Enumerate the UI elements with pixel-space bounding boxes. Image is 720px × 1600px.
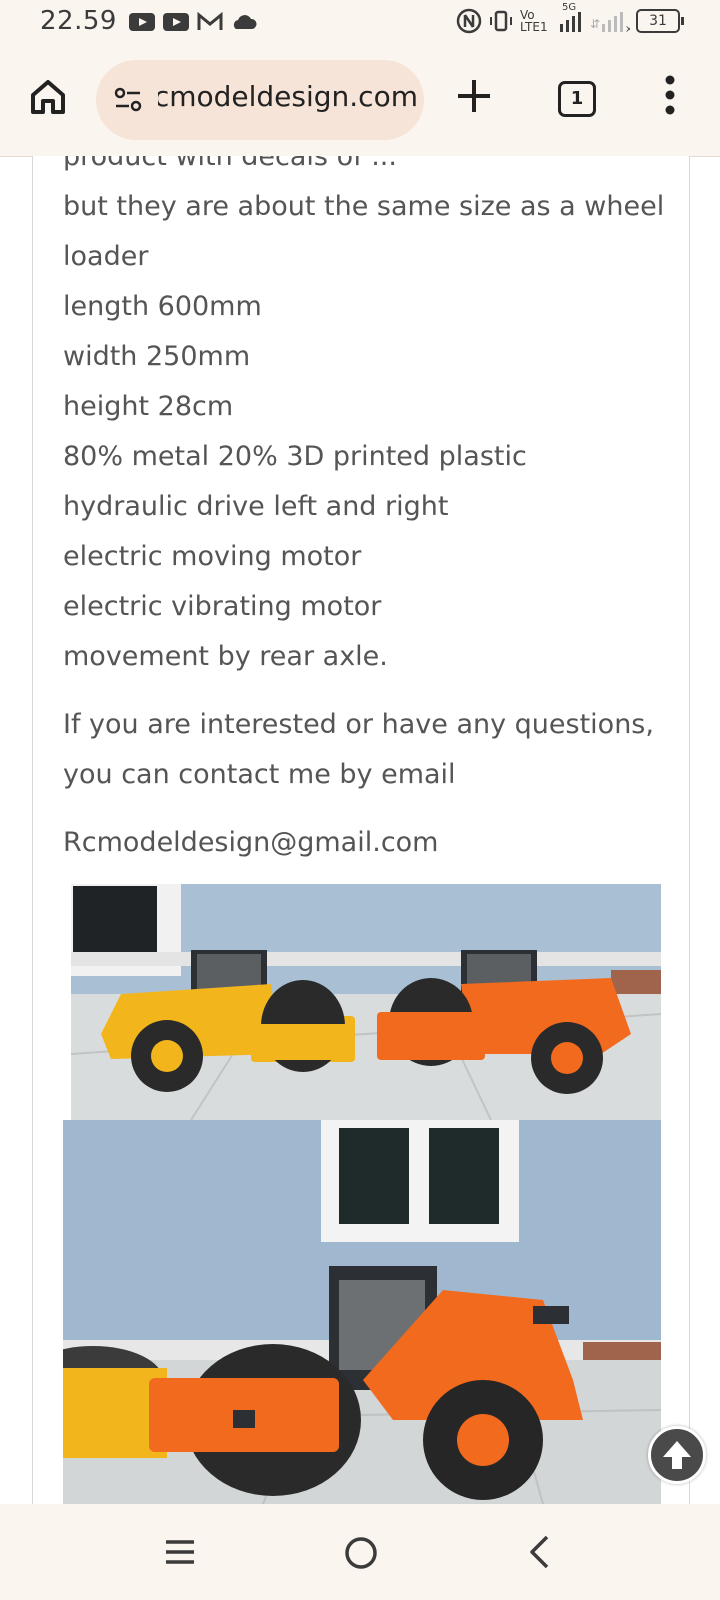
description-line: hydraulic drive left and right: [63, 491, 449, 522]
contact-email[interactable]: Rcmodeldesign@gmail.com: [63, 818, 663, 868]
page-content: product with decals of ... but they are …: [32, 156, 690, 1504]
contact-line: you can contact me by email: [63, 759, 456, 790]
cloud-icon: [233, 15, 257, 29]
youtube-icon: [163, 13, 189, 31]
url-text[interactable]: rcmodeldesign.com: [158, 80, 418, 113]
description-line: width 250mm: [63, 341, 251, 372]
address-bar[interactable]: rcmodeldesign.com: [96, 60, 424, 140]
description-line: loader: [63, 241, 149, 272]
more-vert-icon[interactable]: [664, 74, 676, 116]
plus-icon[interactable]: [454, 76, 494, 116]
status-bar: 22.59 Vo LTE1 5G ⇵ × 31: [0, 0, 720, 44]
recents-icon[interactable]: [164, 1538, 196, 1566]
svg-text:⇵: ⇵: [590, 17, 600, 31]
vibrate-icon: [490, 10, 512, 32]
description-line: height 28cm: [63, 391, 234, 422]
svg-text:×: ×: [625, 24, 630, 34]
arrow-up-icon[interactable]: [648, 1426, 706, 1484]
signal-weak-icon: ⇵ ×: [590, 12, 630, 34]
partial-text-line: product with decals of ...: [63, 156, 397, 172]
contact-paragraph: If you are interested or have any questi…: [63, 700, 663, 800]
description-line: movement by rear axle.: [63, 641, 388, 672]
email-paragraph: Rcmodeldesign@gmail.com: [63, 818, 663, 868]
product-photo: [71, 884, 661, 1120]
back-icon[interactable]: [528, 1534, 550, 1570]
site-settings-icon[interactable]: [112, 84, 144, 116]
5g-label: 5G: [562, 2, 577, 13]
tab-switcher-button[interactable]: 1: [558, 81, 596, 117]
status-indicators: Vo LTE1 5G ⇵ × 31: [456, 2, 684, 34]
home-icon[interactable]: [28, 77, 68, 117]
description-line: length 600mm: [63, 291, 262, 322]
notification-icons: [128, 12, 258, 32]
description-line: but they are about the same size as a wh…: [63, 191, 665, 222]
description-line: electric vibrating motor: [63, 591, 382, 622]
signal-1: 5G: [558, 2, 584, 34]
status-time: 22.59: [40, 6, 117, 36]
gmail-icon: [197, 12, 223, 30]
youtube-icon: [129, 13, 155, 31]
description-line: electric moving motor: [63, 541, 362, 572]
network-type: Vo LTE1: [520, 9, 552, 33]
nfc-icon: [456, 8, 482, 34]
product-photo: [63, 1120, 661, 1504]
lte-label: LTE1: [520, 20, 548, 34]
description-line: 80% metal 20% 3D printed plastic: [63, 441, 527, 472]
system-nav-bar: [0, 1504, 720, 1600]
product-description: product with decals of ... but they are …: [63, 156, 665, 868]
battery-icon: 31: [636, 9, 684, 33]
home-circle-icon[interactable]: [344, 1536, 378, 1570]
browser-toolbar: rcmodeldesign.com 1: [0, 44, 720, 157]
contact-line: If you are interested or have any questi…: [63, 709, 654, 740]
